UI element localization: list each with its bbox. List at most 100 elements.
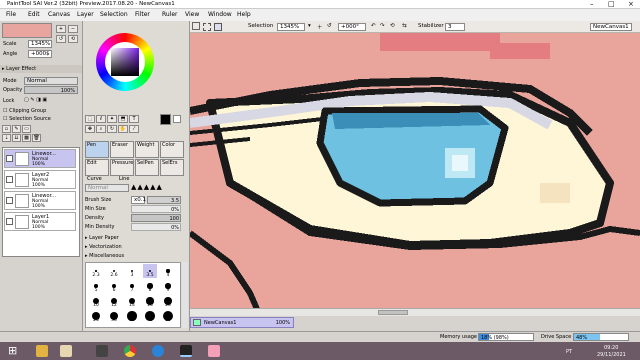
- brush-size-cell[interactable]: 7: [125, 279, 139, 293]
- menu-ruler[interactable]: Ruler: [162, 11, 178, 18]
- tool-line[interactable]: Line: [119, 176, 129, 182]
- tool-curve[interactable]: Curve: [87, 176, 102, 182]
- brush-shape-icons[interactable]: ▲▲▲▲▲: [131, 183, 163, 191]
- close-button[interactable]: ×: [628, 0, 634, 9]
- transform-tool-icon[interactable]: ⬒: [118, 115, 128, 123]
- tool-pressure[interactable]: Pressure: [110, 159, 134, 176]
- chrome-icon[interactable]: [124, 345, 136, 357]
- nav-rotate-icon[interactable]: ↺: [56, 35, 66, 43]
- painttool-sai-icon[interactable]: [180, 345, 192, 357]
- menu-canvas[interactable]: Canvas: [48, 11, 70, 18]
- nav-reset-icon[interactable]: ⟲: [68, 35, 78, 43]
- clipping-checkbox[interactable]: ☐ Clipping Group: [3, 108, 46, 114]
- media-icon[interactable]: [96, 345, 108, 357]
- layer-visibility-icon[interactable]: [6, 155, 13, 162]
- brush-size-cell[interactable]: 14: [125, 294, 139, 308]
- new-linework-icon[interactable]: ✎: [12, 125, 21, 133]
- brush-size-cell[interactable]: 2.6: [107, 264, 121, 278]
- rotate-reset-icon[interactable]: ⟲: [390, 23, 395, 29]
- menu-view[interactable]: View: [185, 11, 199, 18]
- canvas-list-item[interactable]: NewCanvas1 100%: [190, 317, 294, 328]
- brush-size-cell[interactable]: 50: [161, 309, 175, 323]
- min-size-slider[interactable]: 0%: [131, 205, 181, 213]
- rotate-tool-icon[interactable]: ↻: [107, 125, 117, 133]
- brush-size-cell[interactable]: 4: [161, 264, 175, 278]
- start-icon[interactable]: ⊞: [8, 345, 20, 357]
- tool-weight[interactable]: Weight: [135, 141, 159, 158]
- maximize-button[interactable]: □: [608, 0, 615, 9]
- tool-blend-select[interactable]: Normal: [85, 184, 129, 192]
- tool-selers[interactable]: SelErs: [160, 159, 184, 176]
- delete-layer-icon[interactable]: 🗑: [32, 134, 41, 142]
- brush-size-cell[interactable]: 12: [107, 294, 121, 308]
- brush-size-cell[interactable]: 2.3: [89, 264, 103, 278]
- selection-label[interactable]: Selection: [248, 23, 273, 29]
- brush-size-cell[interactable]: 3.5: [143, 264, 157, 278]
- layer-visibility-icon[interactable]: [6, 218, 13, 225]
- lasso-tool-icon[interactable]: ℓ: [96, 115, 106, 123]
- menu-selection[interactable]: Selection: [100, 11, 128, 18]
- edge-icon[interactable]: [152, 345, 164, 357]
- hand-tool-icon[interactable]: ✋: [118, 125, 128, 133]
- clear-layer-icon[interactable]: ▩: [22, 134, 31, 142]
- navigator-thumbnail[interactable]: [2, 23, 52, 38]
- color-square[interactable]: [111, 48, 139, 76]
- layer-row[interactable]: Layer1 Normal 100%: [4, 212, 76, 231]
- text-tool-icon[interactable]: T: [129, 115, 139, 123]
- canvas-horizontal-scrollbar[interactable]: [190, 308, 640, 316]
- brush-size-cell[interactable]: 8: [143, 279, 157, 293]
- brush-grid-scrollbar[interactable]: [182, 262, 188, 328]
- vectorization-header[interactable]: ▸ Vectorization: [85, 244, 122, 250]
- zoom-field[interactable]: 1345%: [277, 23, 305, 31]
- layer-visibility-icon[interactable]: [6, 176, 13, 183]
- density-slider[interactable]: 100: [131, 214, 181, 222]
- magic-wand-icon[interactable]: ✦: [107, 115, 117, 123]
- transfer-down-icon[interactable]: ⇣: [2, 134, 11, 142]
- eyedropper-icon[interactable]: ⁄: [129, 125, 139, 133]
- brush-size-cell[interactable]: 3: [125, 264, 139, 278]
- zoom-in-icon[interactable]: ＋: [317, 23, 323, 31]
- lock-icons[interactable]: ▢ ✎ ◨ ▣: [24, 97, 47, 103]
- brush-size-cell[interactable]: 25: [89, 309, 103, 323]
- blend-mode-select[interactable]: Normal: [24, 77, 78, 85]
- selection-source-checkbox[interactable]: ☐ Selection Source: [3, 116, 51, 122]
- layer-effect-header[interactable]: ▸ Layer Effect: [0, 65, 82, 73]
- min-density-slider[interactable]: 0%: [131, 223, 181, 231]
- zoom-tool-icon[interactable]: ⌕: [96, 125, 106, 133]
- tool-color[interactable]: Color: [160, 141, 184, 158]
- rotate-right-icon[interactable]: ↷: [380, 23, 385, 29]
- brush-size-cell[interactable]: 9: [161, 279, 175, 293]
- misc-header[interactable]: ▸ Miscellaneous: [85, 253, 124, 259]
- nav-zoom-in-icon[interactable]: +: [56, 25, 66, 33]
- scale-field[interactable]: 1345%: [28, 40, 52, 48]
- files-icon[interactable]: [60, 345, 72, 357]
- new-folder-icon[interactable]: ▭: [22, 125, 31, 133]
- selection-icon[interactable]: [214, 23, 222, 31]
- menu-window[interactable]: Window: [208, 11, 232, 18]
- zoom-reset-icon[interactable]: ↺: [327, 23, 332, 29]
- tool-edit[interactable]: Edit: [85, 159, 109, 176]
- app-icon[interactable]: [208, 345, 220, 357]
- brush-size-slider[interactable]: 3.5: [147, 196, 181, 204]
- move-tool-icon[interactable]: ✥: [85, 125, 95, 133]
- brush-size-cell[interactable]: 6: [107, 279, 121, 293]
- menu-file[interactable]: File: [6, 11, 16, 18]
- tool-selpen[interactable]: SelPen: [135, 159, 159, 176]
- checkbox-icon[interactable]: [192, 22, 200, 30]
- minimize-button[interactable]: –: [590, 0, 594, 9]
- menu-help[interactable]: Help: [237, 11, 251, 18]
- color-wheel[interactable]: [96, 33, 154, 91]
- merge-down-icon[interactable]: ⇊: [12, 134, 21, 142]
- secondary-color-swatch[interactable]: [173, 115, 181, 123]
- clock-time[interactable]: 09:20: [604, 345, 618, 351]
- rotate-left-icon[interactable]: ↶: [371, 23, 376, 29]
- layer-paper-header[interactable]: ▸ Layer Paper: [85, 235, 119, 241]
- clock-date[interactable]: 29/11/2021: [597, 352, 626, 358]
- nav-zoom-out-icon[interactable]: −: [68, 25, 78, 33]
- brush-size-cell[interactable]: 20: [161, 294, 175, 308]
- opacity-slider[interactable]: 100%: [24, 86, 78, 94]
- select-tool-icon[interactable]: ⬚: [85, 115, 95, 123]
- layer-row[interactable]: Linewor... Normal 100%: [4, 191, 76, 210]
- tool-pen[interactable]: Pen: [85, 141, 109, 158]
- selection-toggle[interactable]: [203, 23, 211, 31]
